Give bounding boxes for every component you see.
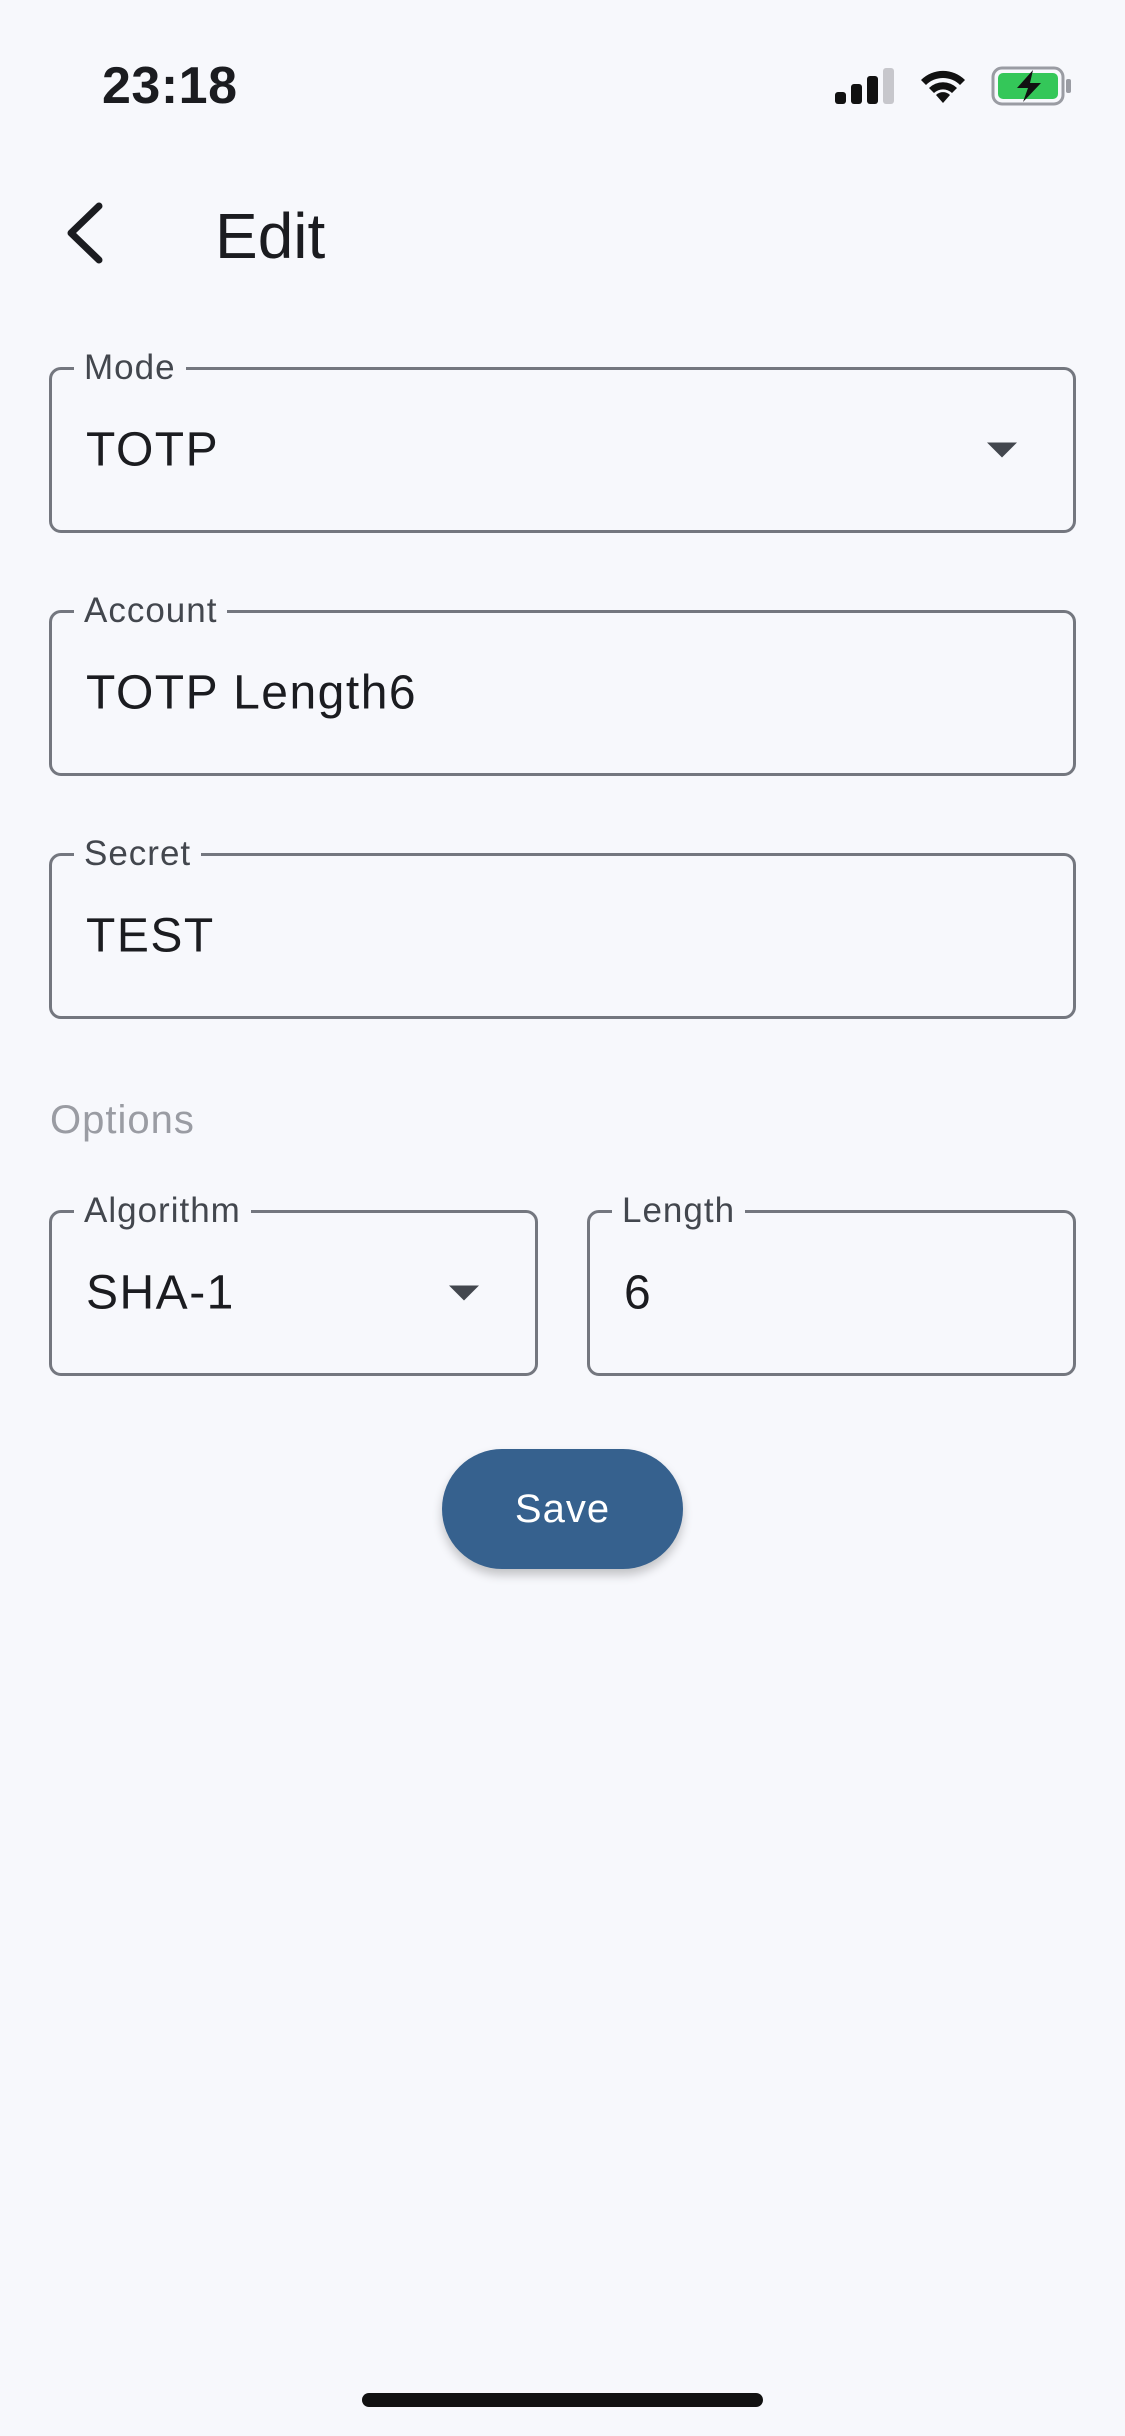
account-field[interactable]: Account TOTP Length6 <box>49 589 1076 776</box>
chevron-left-icon <box>63 202 107 269</box>
algorithm-label: Algorithm <box>74 1189 251 1233</box>
account-label: Account <box>74 589 228 633</box>
home-indicator <box>362 2393 763 2407</box>
page-title: Edit <box>215 200 326 272</box>
length-field[interactable]: Length 6 <box>587 1189 1076 1376</box>
account-value: TOTP Length6 <box>86 666 418 720</box>
wifi-icon <box>917 67 969 105</box>
mode-value: TOTP <box>86 423 220 477</box>
algorithm-value: SHA-1 <box>86 1266 235 1320</box>
secret-value: TEST <box>86 909 215 963</box>
battery-charging-icon <box>991 66 1073 106</box>
dropdown-arrow-icon <box>987 442 1017 458</box>
secret-field[interactable]: Secret TEST <box>49 832 1076 1019</box>
options-section-label: Options <box>50 1098 195 1142</box>
dropdown-arrow-icon <box>449 1285 479 1301</box>
mode-dropdown[interactable]: Mode TOTP <box>49 346 1076 533</box>
algorithm-dropdown[interactable]: Algorithm SHA-1 <box>49 1189 538 1376</box>
length-value: 6 <box>624 1266 653 1320</box>
status-icons <box>835 66 1073 106</box>
secret-label: Secret <box>74 832 202 876</box>
status-time: 23:18 <box>102 57 238 115</box>
save-button[interactable]: Save <box>442 1449 683 1569</box>
back-button[interactable] <box>40 190 130 280</box>
cellular-signal-icon <box>835 68 895 104</box>
length-label: Length <box>612 1189 746 1233</box>
mode-label: Mode <box>74 346 186 390</box>
